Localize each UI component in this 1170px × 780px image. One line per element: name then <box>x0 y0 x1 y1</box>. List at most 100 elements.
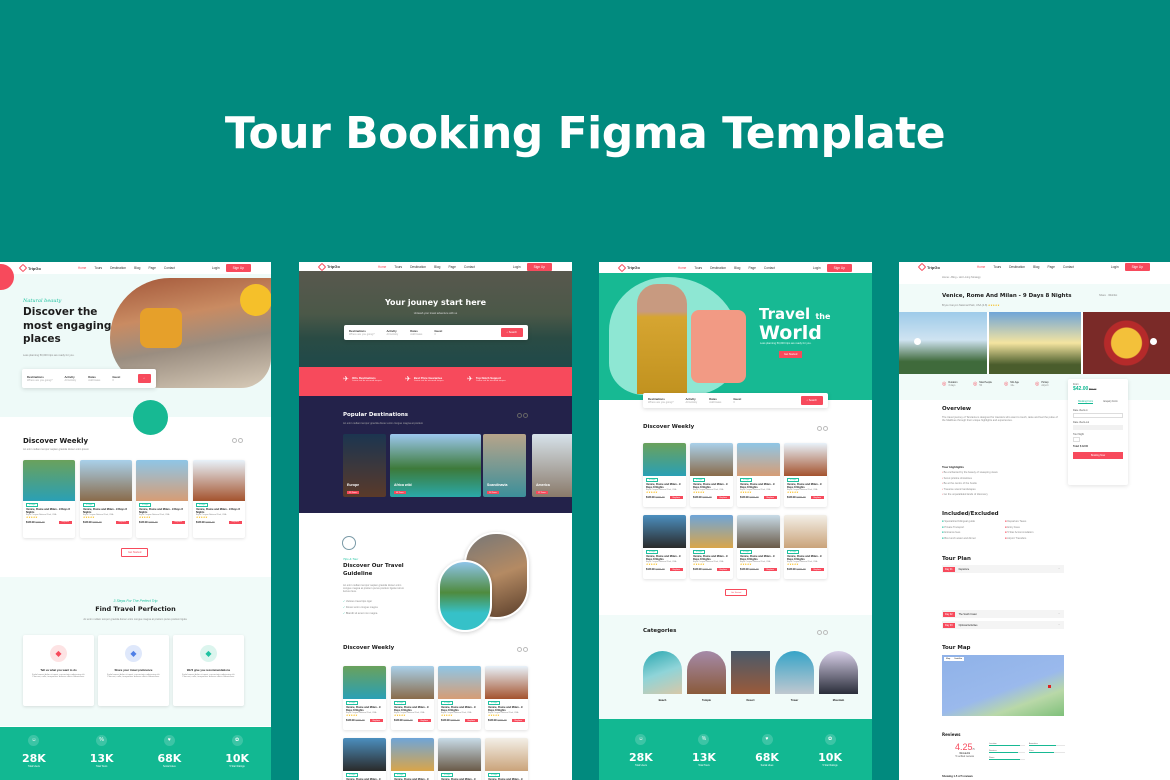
login-link[interactable]: Login <box>1111 265 1119 269</box>
destination-card[interactable]: Africa wild 08 Tours <box>390 434 481 497</box>
category-item[interactable]: Temple <box>687 651 726 702</box>
explore-button[interactable]: Explore <box>228 520 242 524</box>
nav-link[interactable]: Page <box>748 266 755 270</box>
search-field-destinations[interactable]: Destinations Where are you going? <box>349 329 375 336</box>
nav-link[interactable]: Tours <box>993 265 1001 269</box>
nav-link[interactable]: Page <box>148 266 155 270</box>
logo[interactable]: TripGo <box>317 262 340 271</box>
nav-link[interactable]: Contact <box>164 266 175 270</box>
carousel-arrows[interactable] <box>232 438 243 443</box>
nav-link[interactable]: Page <box>1047 265 1054 269</box>
nav-link[interactable]: Blog <box>1033 265 1039 269</box>
search-button[interactable]: ⌕ Search <box>500 328 523 337</box>
map-tab[interactable]: Map <box>946 658 950 660</box>
explore-button[interactable]: Explore <box>716 568 730 572</box>
tour-card[interactable]: 3 DaysVenice, Rome and Milan - 9 Days 8 … <box>643 443 686 507</box>
nav-link[interactable]: Page <box>448 265 455 269</box>
tour-card[interactable]: 3 DaysVenice, Rome and Milan - 9 Days 8 … <box>737 443 780 507</box>
category-item[interactable]: Beach <box>643 651 682 702</box>
explore-button[interactable]: Explore <box>417 719 431 723</box>
satellite-tab[interactable]: Satellite <box>954 658 962 660</box>
explore-button[interactable]: Explore <box>810 568 824 572</box>
login-link[interactable]: Login <box>813 266 821 270</box>
explore-button[interactable]: Explore <box>669 568 683 572</box>
nav-link[interactable]: Destination <box>410 265 426 269</box>
destination-card[interactable]: Europe 15 Tours <box>343 434 386 497</box>
breadcrumb-item[interactable]: Home <box>942 276 949 279</box>
search-field-activity[interactable]: Activity All Activity <box>387 329 399 336</box>
destination-card[interactable]: Scandinavia 10 Tours <box>483 434 526 497</box>
explore-button[interactable]: Explore <box>171 520 185 524</box>
share-button[interactable]: Share <box>1099 294 1106 297</box>
tour-plan-day[interactable]: Day 02 The South Coast ⌃ <box>942 610 1064 618</box>
tour-card[interactable]: 3 DaysVenice, Rome and Milan - 9 Days 8 … <box>737 515 780 579</box>
nav-link[interactable]: Blog <box>434 265 440 269</box>
breadcrumb-item[interactable]: Hot Living Strategy <box>959 276 981 279</box>
nav-link[interactable]: Destination <box>710 266 726 270</box>
search-field-destinations[interactable]: Destinations Where are you going? <box>27 375 53 382</box>
category-item[interactable]: Mountain <box>819 651 858 702</box>
nav-link[interactable]: Home <box>78 266 87 270</box>
explore-button[interactable]: Explore <box>511 719 525 723</box>
nav-link[interactable]: Contact <box>1063 265 1074 269</box>
tour-card[interactable]: 3 DaysVenice, Rome and Milan - 9 Days 8 … <box>80 460 132 538</box>
nav-link[interactable]: Blog <box>734 266 740 270</box>
search-field-dates[interactable]: Dates Add Dates <box>88 375 100 382</box>
nav-link[interactable]: Destination <box>110 266 126 270</box>
signup-button[interactable]: Sign Up <box>225 264 251 272</box>
explore-button[interactable]: Explore <box>810 496 824 500</box>
tour-card[interactable]: 3 DaysVenice, Rome and Milan - 9 Days 8 … <box>193 460 245 538</box>
tour-card[interactable]: 3 DaysVenice, Rome and Milan - 9 Days 8 … <box>643 515 686 579</box>
nav-link[interactable]: Blog <box>134 266 140 270</box>
carousel-arrows[interactable] <box>817 630 828 635</box>
nav-link[interactable]: Home <box>678 266 687 270</box>
explore-button[interactable]: Explore <box>464 719 478 723</box>
tour-card[interactable]: 3 DaysVenice, Rome and Milan - 9 Days 8 … <box>23 460 75 538</box>
search-field-activity[interactable]: Activity All Activity <box>65 375 77 382</box>
tour-map[interactable]: Map Satellite <box>942 655 1064 716</box>
login-link[interactable]: Login <box>513 265 521 269</box>
tour-plan-day[interactable]: Day 01 Departure ⌃ <box>942 565 1064 573</box>
carousel-arrows[interactable] <box>517 647 528 652</box>
search-field-activity[interactable]: Activity All Activity <box>686 397 698 404</box>
nav-link[interactable]: Contact <box>464 265 475 269</box>
signup-button[interactable]: Sign Up <box>826 263 852 272</box>
gallery-prev-button[interactable] <box>914 338 921 345</box>
explore-button[interactable]: Explore <box>58 520 72 524</box>
tour-card[interactable]: 3 DaysVenice, Rome and Milan - 9 Days 8 … <box>343 666 386 730</box>
nav-link[interactable]: Tours <box>394 265 402 269</box>
tab-enquiry-form[interactable]: Enquiry Form <box>1103 400 1117 404</box>
explore-button[interactable]: Explore <box>369 719 383 723</box>
category-item[interactable]: Desert <box>731 651 770 702</box>
breadcrumb-item[interactable]: Blog <box>951 276 956 279</box>
search-field-dates[interactable]: Dates Add Dates <box>410 329 422 336</box>
explore-button[interactable]: Explore <box>763 496 777 500</box>
booking-now-button[interactable]: Booking Now <box>1073 452 1123 459</box>
tour-card[interactable]: 3 DaysVenice, Rome and Milan - 9 Days 8 … <box>485 738 528 780</box>
category-item[interactable]: Tower <box>775 651 814 702</box>
search-field-guest[interactable]: Guest 0 <box>434 329 442 336</box>
tour-card[interactable]: 3 DaysVenice, Rome and Milan - 9 Days 8 … <box>343 738 386 780</box>
explore-button[interactable]: Explore <box>716 496 730 500</box>
tour-card[interactable]: 3 DaysVenice, Rome and Milan - 9 Days 8 … <box>690 443 733 507</box>
destination-card[interactable]: America 12 Tours <box>532 434 572 497</box>
tour-card[interactable]: 3 DaysVenice, Rome and Milan - 9 Days 8 … <box>690 515 733 579</box>
nav-link[interactable]: Tours <box>94 266 102 270</box>
tour-card[interactable]: 3 DaysVenice, Rome and Milan - 9 Days 8 … <box>136 460 188 538</box>
tour-plan-day[interactable]: Day 03 Optional Activities ⌃ <box>942 621 1064 629</box>
carousel-arrows[interactable] <box>517 413 528 418</box>
tab-booking-form[interactable]: Booking Form <box>1078 400 1094 404</box>
explore-button[interactable]: Explore <box>763 568 777 572</box>
nav-link[interactable]: Destination <box>1009 265 1025 269</box>
signup-button[interactable]: Sign Up <box>1124 263 1150 271</box>
date-checkin-input[interactable] <box>1073 413 1123 418</box>
tour-card[interactable]: 3 DaysVenice, Rome and Milan - 9 Days 8 … <box>391 666 434 730</box>
signup-button[interactable]: Sign Up <box>526 262 552 271</box>
nav-link[interactable]: Tours <box>694 266 702 270</box>
carousel-arrows[interactable] <box>817 426 828 431</box>
logo[interactable]: TripGo <box>917 262 940 272</box>
wishlist-button[interactable]: Wishlist <box>1108 294 1117 297</box>
search-field-destinations[interactable]: Destinations Where are you going? <box>648 397 674 404</box>
tour-night-stepper[interactable] <box>1073 437 1080 442</box>
tour-card[interactable]: 3 DaysVenice, Rome and Milan - 9 Days 8 … <box>438 666 481 730</box>
